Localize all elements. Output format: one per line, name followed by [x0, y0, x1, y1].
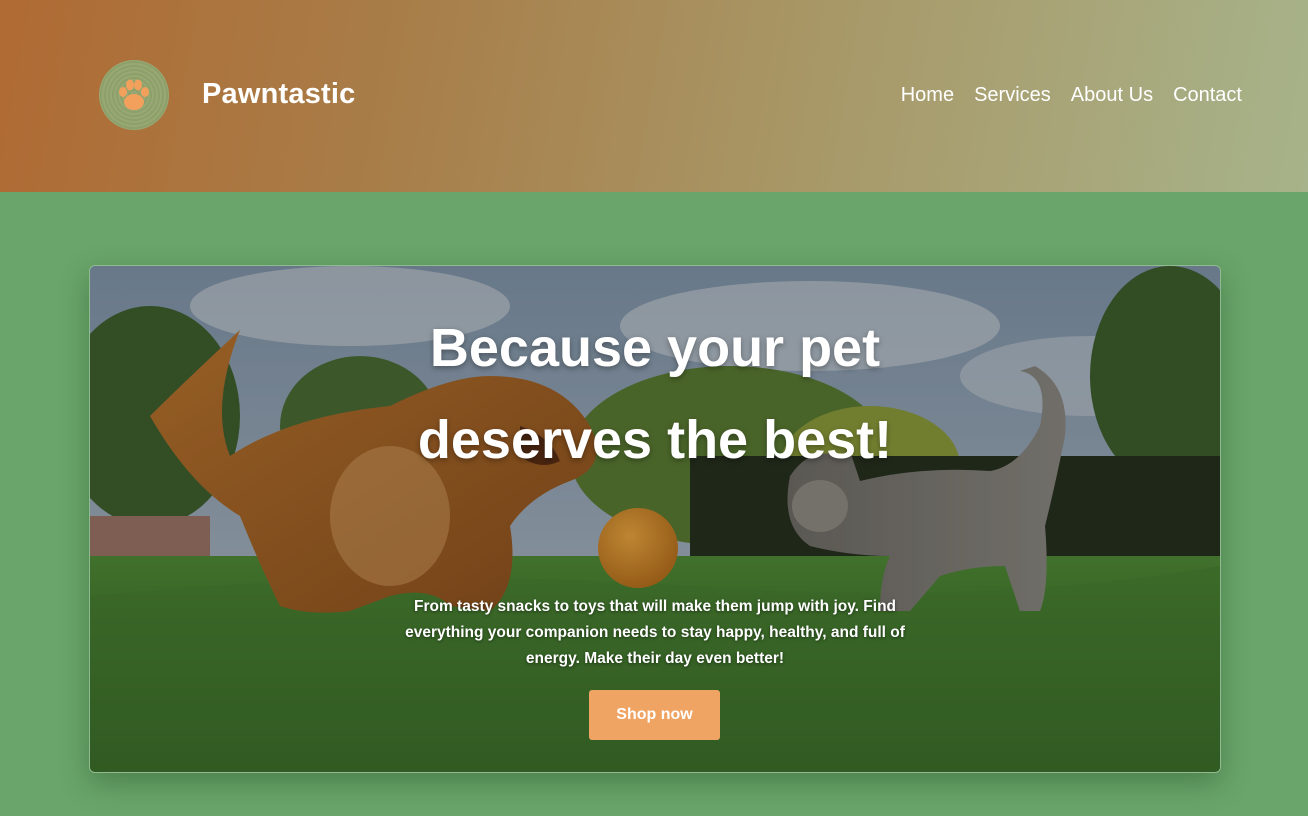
nav-services[interactable]: Services: [974, 84, 1051, 107]
hero-subtext: From tasty snacks to toys that will make…: [405, 598, 905, 667]
hero-headline: Because your pet deserves the best!: [417, 318, 893, 470]
main-nav: Home Services About Us Contact: [901, 84, 1242, 107]
nav-home[interactable]: Home: [901, 84, 954, 107]
logo[interactable]: [99, 60, 169, 130]
nav-about-us[interactable]: About Us: [1071, 84, 1153, 107]
paw-icon: [119, 79, 149, 110]
nav-contact[interactable]: Contact: [1173, 84, 1242, 107]
site-header: Pawntastic Home Services About Us Contac…: [0, 0, 1308, 192]
shop-now-button[interactable]: Shop now: [589, 690, 720, 740]
hero-banner: Because your pet deserves the best! From…: [89, 265, 1221, 773]
brand-name[interactable]: Pawntastic: [202, 78, 356, 111]
